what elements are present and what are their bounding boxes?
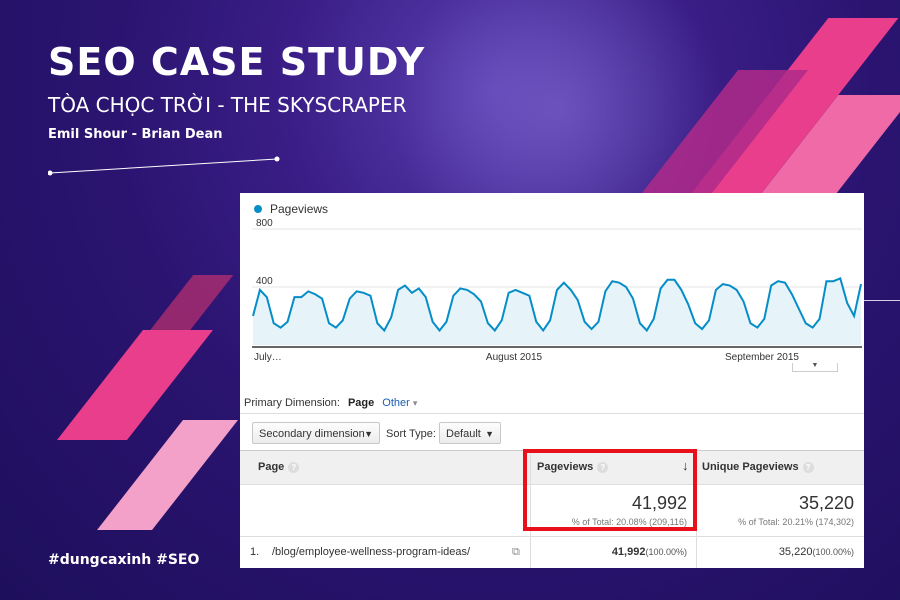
primary-dimension-bar: Primary Dimension: Page Other ▾ <box>244 397 417 409</box>
chart-legend: Pageviews <box>254 202 328 216</box>
primary-dimension-page[interactable]: Page <box>348 397 374 409</box>
x-tick-label: August 2015 <box>486 352 543 363</box>
x-tick-label: September 2015 <box>725 352 799 363</box>
open-page-icon[interactable]: ⧉ <box>512 546 520 559</box>
chart-svg: 800 400 July… August 2015 September 2015 <box>252 219 862 363</box>
help-icon[interactable]: ? <box>288 461 300 473</box>
dropdown-caret-icon: ▼ <box>364 429 373 439</box>
row-pageviews: 41,992(100.00%) <box>611 546 687 558</box>
table-toolbar: Secondary dimension ▼ Sort Type: Default… <box>240 413 864 450</box>
hashtags: #dungcaxinh #SEO <box>48 552 200 568</box>
column-header-unique-pageviews[interactable]: Unique Pageviews? <box>702 461 814 473</box>
y-tick-label: 800 <box>256 219 273 229</box>
primary-dimension-other[interactable]: Other ▾ <box>382 397 417 409</box>
column-header-page[interactable]: Page? <box>258 461 300 473</box>
analytics-panel: Pageviews 800 400 July… August 2015 Septembe… <box>240 193 864 568</box>
chart-collapse-handle[interactable]: ▼ <box>792 362 838 372</box>
x-tick-label: July… <box>254 352 282 363</box>
row-index: 1. <box>250 546 260 558</box>
highlight-box <box>523 449 697 531</box>
pageviews-chart: 800 400 July… August 2015 September 2015 <box>252 219 862 369</box>
sort-type-label: Sort Type: <box>386 428 436 440</box>
dropdown-caret-icon: ▾ <box>412 398 418 408</box>
banner-authors: Emil Shour - Brian Dean <box>48 127 223 142</box>
total-unique-pct: % of Total: 20.21% (174,302) <box>738 517 854 527</box>
row-page-link[interactable]: /blog/employee-wellness-program-ideas/ <box>272 546 470 558</box>
primary-dimension-label: Primary Dimension: <box>244 397 340 409</box>
banner-subtitle: TÒA CHỌC TRỜI - THE SKYSCRAPER <box>48 93 407 117</box>
banner-title: SEO CASE STUDY <box>48 40 426 84</box>
total-unique-pageviews: 35,220 <box>798 493 854 513</box>
secondary-dimension-button[interactable]: Secondary dimension ▼ <box>252 422 380 444</box>
deco-connector-line <box>864 300 900 301</box>
table-row: 1. /blog/employee-wellness-program-ideas… <box>240 537 864 568</box>
legend-label: Pageviews <box>270 202 329 216</box>
row-unique-pageviews: 35,220(100.00%) <box>778 546 854 558</box>
deco-dot-line <box>48 156 280 176</box>
dropdown-caret-icon: ▼ <box>485 429 494 439</box>
legend-dot-icon <box>254 205 262 213</box>
help-icon[interactable]: ? <box>802 461 814 473</box>
y-tick-label: 400 <box>256 276 273 287</box>
sort-type-select[interactable]: Default ▼ <box>439 422 501 444</box>
